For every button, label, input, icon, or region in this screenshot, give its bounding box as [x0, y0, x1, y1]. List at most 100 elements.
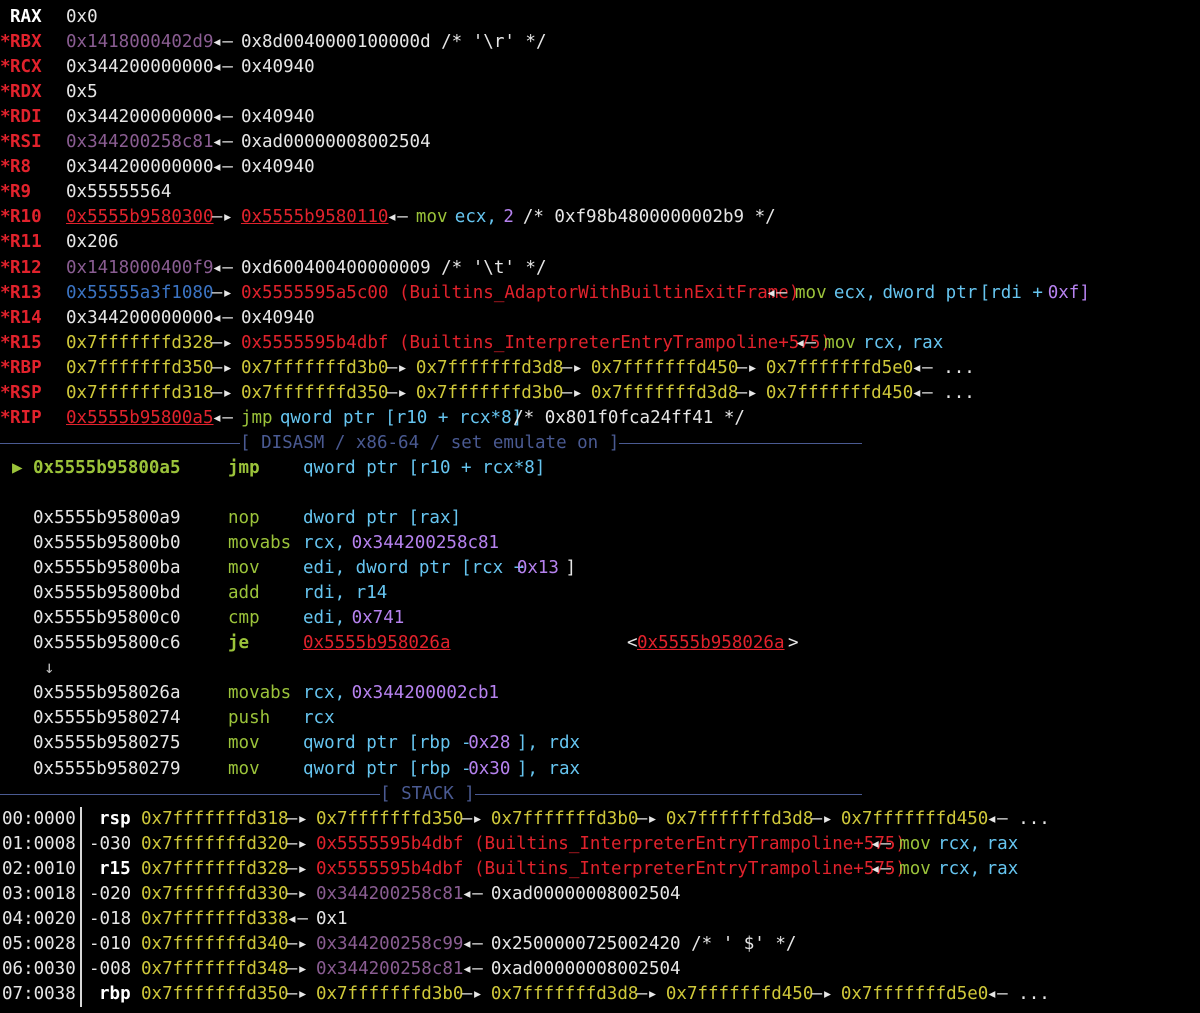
register-value: 0x55555a3f1080 — [66, 282, 214, 303]
stack-value: 0x344200258c81 — [315, 958, 464, 979]
debugger-terminal: { "registers": [ {"name": "RAX", "star":… — [0, 0, 1200, 1013]
stack-value: —▸ — [286, 883, 308, 904]
register-changed-marker: * — [0, 282, 11, 303]
register-changed-marker: * — [0, 257, 11, 278]
register-changed-marker: * — [0, 332, 11, 353]
stack-value: 0x7fffffffd3d8 — [490, 983, 639, 1004]
stack-value: 0x7fffffffd350 — [141, 983, 289, 1004]
stack-index: 05:0028 — [2, 933, 76, 954]
stack-index: 06:0030 — [2, 958, 76, 979]
instruction-mnemonic: mov — [228, 558, 260, 579]
register-value: 0x206 — [66, 232, 119, 253]
stack-offset: rsp — [99, 808, 131, 829]
stack-value: 0x7fffffffd330 — [141, 883, 289, 904]
register-value: 0x40940 — [240, 307, 315, 328]
register-name: RIP — [10, 407, 42, 428]
stack-divider — [80, 856, 82, 882]
register-name: RSI — [10, 132, 42, 153]
stack-value: —▸ — [811, 808, 833, 829]
register-value: 0x344200000000 — [66, 107, 214, 128]
register-value: 0x5555595b4dbf (Builtins_InterpreterEntr… — [240, 332, 831, 353]
stack-value: ◂— — [870, 833, 892, 854]
register-value: dword ptr — [882, 282, 978, 303]
register-value: —▸ — [211, 207, 233, 228]
stack-value: 0x7fffffffd318 — [141, 808, 289, 829]
stack-value: 0xad00000008002504 — [490, 958, 681, 979]
operand-value: rcx — [303, 708, 335, 729]
register-name: R10 — [10, 207, 42, 228]
register-value: 0x5555b9580110 — [240, 207, 389, 228]
stack-value: 0x344200258c81 — [315, 883, 464, 904]
register-name: R11 — [10, 232, 42, 253]
branch-target-link[interactable]: 0x5555b958026a — [637, 631, 785, 656]
stack-value: mov — [899, 833, 931, 854]
stack-value: ◂— ... — [986, 808, 1050, 829]
stack-offset: -018 — [89, 908, 132, 929]
operand-value: 0x28 — [468, 733, 511, 754]
register-value: 0x7fffffffd3d8 — [415, 357, 564, 378]
stack-value: ◂— — [870, 858, 892, 879]
stack-value: rcx, — [938, 858, 981, 879]
register-value: —▸ — [211, 382, 233, 403]
stack-value: rcx, — [938, 833, 981, 854]
branch-target-open: < — [627, 633, 638, 654]
register-name: R14 — [10, 307, 42, 328]
register-value: 0xad00000008002504 — [240, 132, 431, 153]
stack-value: —▸ — [636, 983, 658, 1004]
stack-value: —▸ — [286, 983, 308, 1004]
instruction-mnemonic: movabs — [228, 533, 292, 554]
stack-value: —▸ — [286, 808, 308, 829]
register-value: —▸ — [561, 357, 583, 378]
register-changed-marker: * — [0, 132, 11, 153]
register-changed-marker: * — [0, 307, 11, 328]
stack-offset: r15 — [99, 858, 131, 879]
register-value: 0x5555b95800a5 — [66, 407, 214, 428]
register-value: qword ptr [r10 + rcx*8] — [279, 407, 523, 428]
stack-value: rax — [986, 858, 1019, 879]
instruction-address: 0x5555b95800ba — [33, 558, 181, 579]
instruction-address: 0x5555b9580274 — [33, 708, 181, 729]
stack-index: 02:0010 — [2, 858, 76, 879]
register-value: 0x5 — [66, 82, 98, 103]
register-value: 0x40940 — [240, 157, 315, 178]
register-value: 0x0 — [66, 7, 98, 27]
instruction-mnemonic: nop — [228, 508, 260, 528]
register-changed-marker: * — [0, 207, 11, 228]
operand-value: rdi, r14 — [303, 583, 388, 604]
register-value: —▸ — [386, 357, 408, 378]
register-value: 0x7fffffffd3b0 — [240, 357, 389, 378]
stack-index: 01:0008 — [2, 833, 76, 854]
stack-value: —▸ — [461, 808, 483, 829]
register-name: RAX — [10, 7, 42, 27]
operand-value: 0x5555b958026a — [303, 633, 451, 654]
stack-value: 0x7fffffffd3b0 — [315, 983, 464, 1004]
stack-value: 0x5555595b4dbf (Builtins_InterpreterEntr… — [315, 833, 906, 854]
operand-value: ], rax — [516, 758, 581, 779]
register-changed-marker: * — [0, 382, 11, 403]
register-value: 0x344200000000 — [66, 157, 214, 178]
register-value: 0x7fffffffd318 — [66, 382, 214, 403]
instruction-mnemonic: push — [228, 708, 271, 729]
instruction-address: 0x5555b95800bd — [33, 583, 181, 604]
register-value: ◂— — [211, 107, 233, 128]
branch-arrow-icon: ↓ — [44, 658, 55, 679]
stack-value: —▸ — [811, 983, 833, 1004]
stack-value: 0x7fffffffd328 — [141, 858, 289, 879]
register-value: 0x40940 — [240, 107, 315, 128]
register-value: 2 — [503, 207, 514, 228]
stack-value: —▸ — [286, 858, 308, 879]
stack-index: 03:0018 — [2, 883, 76, 904]
operand-value: 0x30 — [468, 758, 511, 779]
stack-value: mov — [899, 858, 931, 879]
register-name: RSP — [10, 382, 42, 403]
stack-value: ◂— ... — [986, 983, 1050, 1004]
disasm-header-title: [ DISASM / x86-64 / set emulate on ] — [240, 430, 620, 456]
register-changed-marker: * — [0, 232, 11, 253]
stack-value: ◂— — [461, 933, 483, 954]
register-value: ◂— — [386, 207, 408, 228]
stack-value: 0x7fffffffd3b0 — [490, 808, 639, 829]
instruction-mnemonic: je — [228, 633, 250, 654]
stack-divider — [80, 831, 82, 857]
register-value: —▸ — [211, 282, 233, 303]
stack-value: —▸ — [286, 933, 308, 954]
